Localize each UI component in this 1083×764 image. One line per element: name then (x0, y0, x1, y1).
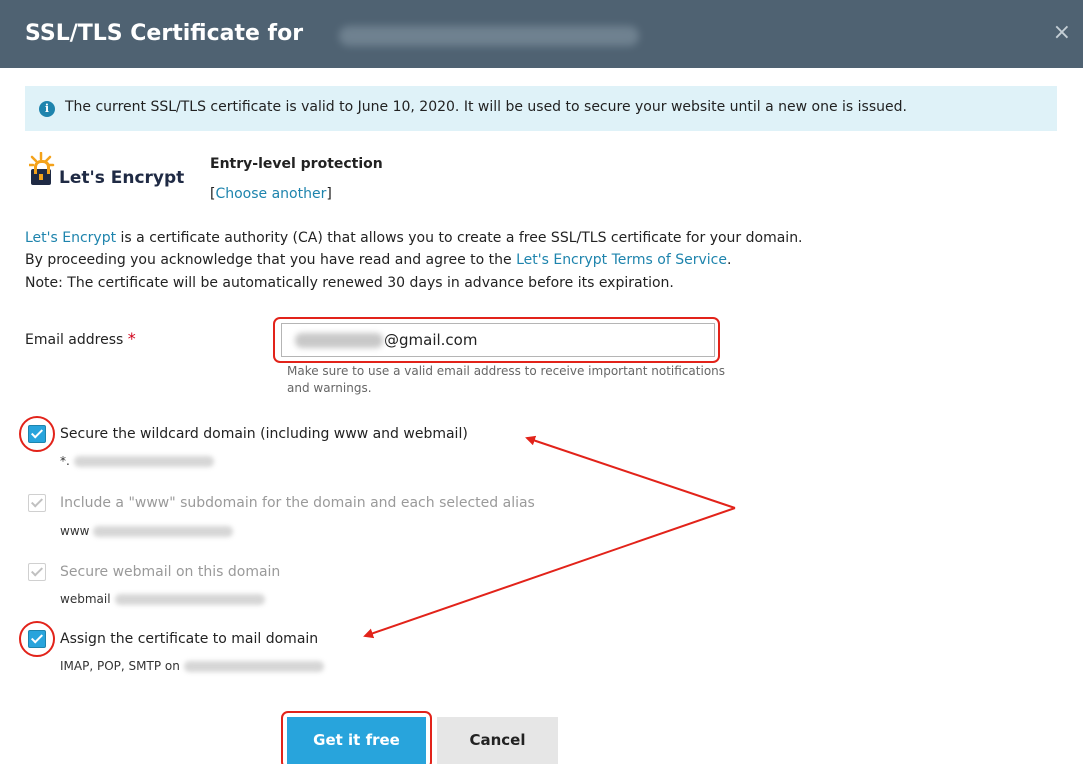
cancel-button[interactable]: Cancel (437, 717, 558, 764)
annotation-box-button (281, 711, 432, 764)
annotation-arrows (363, 435, 736, 639)
